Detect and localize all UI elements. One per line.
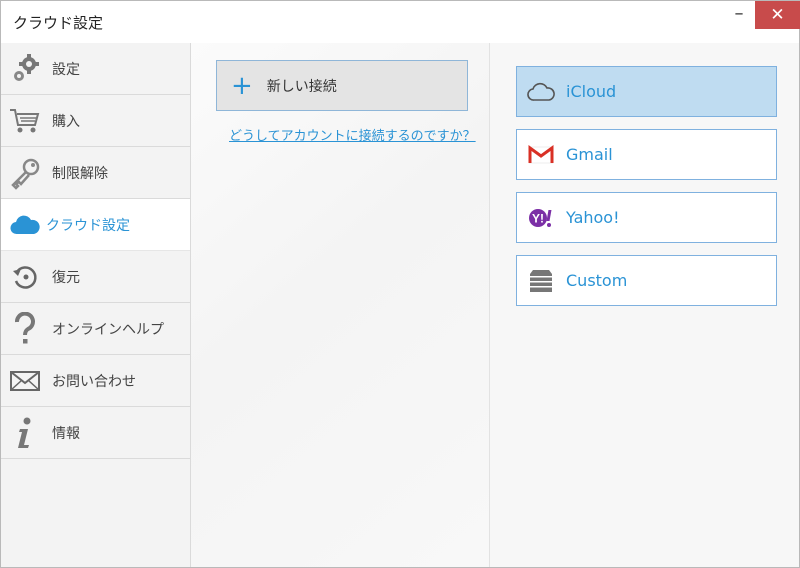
minimize-button[interactable]: – bbox=[719, 1, 759, 31]
provider-gmail-button[interactable]: Gmail bbox=[516, 129, 777, 180]
gears-icon bbox=[4, 49, 46, 89]
provider-label: Gmail bbox=[566, 145, 613, 164]
key-icon bbox=[4, 153, 46, 193]
gmail-icon bbox=[526, 140, 556, 170]
envelope-icon bbox=[4, 361, 46, 401]
sidebar-item-label: 情報 bbox=[52, 425, 80, 442]
provider-panel: iCloud Gmail Y! Yahoo! Custom bbox=[490, 43, 799, 567]
sidebar-item-label: 設定 bbox=[52, 61, 80, 78]
sidebar-item-label: クラウド設定 bbox=[46, 217, 130, 234]
server-icon bbox=[526, 266, 556, 296]
app-window: クラウド設定 – ✕ 設定 購入 制限解除 クラウド設定 復元 オンラインヘルプ… bbox=[0, 0, 800, 568]
sidebar-item-online-help[interactable]: オンラインヘルプ bbox=[1, 303, 190, 355]
sidebar-item-contact[interactable]: お問い合わせ bbox=[1, 355, 190, 407]
sidebar-item-restore[interactable]: 復元 bbox=[1, 251, 190, 303]
cart-icon bbox=[4, 101, 46, 141]
info-icon bbox=[4, 413, 46, 453]
sidebar-item-purchase[interactable]: 購入 bbox=[1, 95, 190, 147]
sidebar-item-unlock[interactable]: 制限解除 bbox=[1, 147, 190, 199]
sidebar-item-cloud-settings[interactable]: クラウド設定 bbox=[1, 199, 190, 251]
provider-label: iCloud bbox=[566, 82, 617, 101]
title-bar: クラウド設定 – ✕ bbox=[1, 1, 800, 43]
sidebar-item-info[interactable]: 情報 bbox=[1, 407, 190, 459]
sidebar-item-label: 購入 bbox=[52, 113, 80, 130]
sidebar-item-label: お問い合わせ bbox=[52, 373, 136, 390]
window-title: クラウド設定 bbox=[13, 14, 104, 32]
sidebar-item-settings[interactable]: 設定 bbox=[1, 43, 190, 95]
yahoo-icon: Y! bbox=[526, 203, 556, 233]
sidebar: 設定 購入 制限解除 クラウド設定 復元 オンラインヘルプ お問い合わせ 情報 bbox=[1, 43, 191, 567]
svg-text:Y!: Y! bbox=[532, 211, 544, 225]
plus-icon: + bbox=[231, 70, 253, 101]
provider-yahoo-button[interactable]: Y! Yahoo! bbox=[516, 192, 777, 243]
restore-icon bbox=[4, 257, 46, 297]
why-connect-link[interactable]: どうしてアカウントに接続するのですか？ bbox=[229, 125, 476, 144]
cloud-icon bbox=[4, 205, 46, 245]
question-icon bbox=[4, 309, 46, 349]
provider-label: Yahoo! bbox=[566, 208, 620, 227]
new-connection-label: 新しい接続 bbox=[266, 78, 337, 95]
sidebar-item-label: 復元 bbox=[52, 269, 80, 286]
provider-label: Custom bbox=[566, 271, 628, 290]
provider-custom-button[interactable]: Custom bbox=[516, 255, 777, 306]
new-connection-button[interactable]: + 新しい接続 bbox=[216, 60, 468, 111]
icloud-icon bbox=[526, 77, 556, 107]
sidebar-item-label: オンラインヘルプ bbox=[52, 321, 164, 338]
provider-icloud-button[interactable]: iCloud bbox=[516, 66, 777, 117]
sidebar-item-label: 制限解除 bbox=[52, 165, 108, 182]
close-button[interactable]: ✕ bbox=[755, 1, 800, 29]
connection-panel: + 新しい接続 どうしてアカウントに接続するのですか？ bbox=[191, 43, 490, 567]
